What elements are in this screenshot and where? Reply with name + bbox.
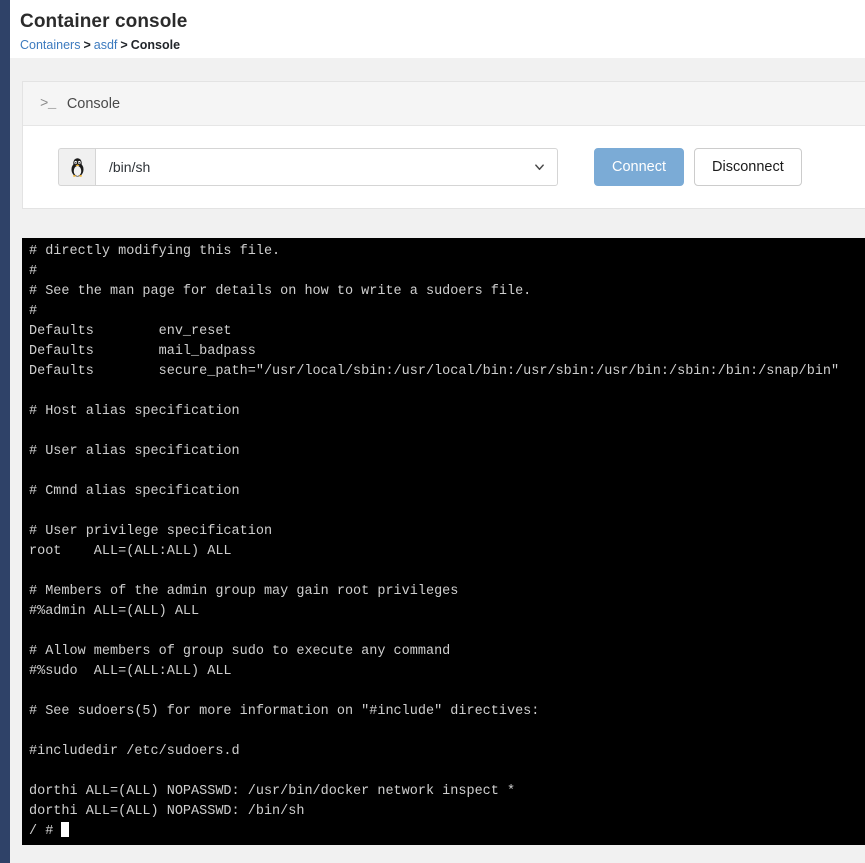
breadcrumb-item-asdf[interactable]: asdf <box>94 38 118 52</box>
console-card: >_ Console /bin/sh Connect Disconnect <box>22 81 865 209</box>
terminal-line: #%admin ALL=(ALL) ALL <box>29 604 200 619</box>
shell-select[interactable]: /bin/sh <box>95 148 558 186</box>
terminal-line: # Cmnd alias specification <box>29 484 240 499</box>
page-title: Container console <box>20 11 188 32</box>
terminal-line: # <box>29 304 38 319</box>
terminal-line: Defaults secure_path="/usr/local/sbin:/u… <box>29 364 840 379</box>
terminal-line: #%sudo ALL=(ALL:ALL) ALL <box>29 664 232 679</box>
page-header: Container console Containers > asdf > Consol… <box>10 0 865 58</box>
breadcrumb-item-console: Console <box>130 38 181 52</box>
terminal-line: # Members of the admin group may gain ro… <box>29 584 459 599</box>
terminal-line: dorthi ALL=(ALL) NOPASSWD: /bin/sh <box>29 804 305 819</box>
terminal-output[interactable]: # directly modifying this file. # # See th… <box>22 238 865 845</box>
terminal-line: Defaults env_reset <box>29 324 232 339</box>
terminal-prompt-icon: >_ <box>40 95 56 112</box>
console-card-title: Console <box>66 95 121 112</box>
terminal-line: #includedir /etc/sudoers.d <box>29 744 240 759</box>
page-body: >_ Console /bin/sh Connect Disconnect # … <box>10 58 865 863</box>
tux-penguin-icon <box>58 148 95 186</box>
terminal-cursor <box>61 822 70 837</box>
shell-select-group: /bin/sh <box>58 148 558 186</box>
terminal-line: # See sudoers(5) for more information on… <box>29 704 540 719</box>
terminal-line: # User privilege specification <box>29 524 273 539</box>
terminal-prompt-text: / # <box>29 824 62 839</box>
connect-button[interactable]: Connect <box>594 148 685 186</box>
terminal-prompt-line: / # <box>29 822 865 842</box>
breadcrumb: Containers > asdf > Console <box>20 37 865 53</box>
console-card-body: /bin/sh Connect Disconnect <box>23 126 865 208</box>
shell-select-value: /bin/sh <box>109 159 151 175</box>
breadcrumb-item-containers[interactable]: Containers <box>20 38 80 52</box>
breadcrumb-separator: > <box>120 38 128 52</box>
terminal-line: # User alias specification <box>29 444 240 459</box>
console-card-header: >_ Console <box>23 82 865 126</box>
terminal-line: Defaults mail_badpass <box>29 344 256 359</box>
terminal-line: # Host alias specification <box>29 404 240 419</box>
terminal-line: # <box>29 264 38 279</box>
chevron-down-icon <box>535 164 544 171</box>
terminal-line: # See the man page for details on how to… <box>29 284 532 299</box>
breadcrumb-separator: > <box>83 38 91 52</box>
sidebar-nav-rail <box>0 0 10 863</box>
disconnect-button[interactable]: Disconnect <box>694 148 802 186</box>
terminal-line: # Allow members of group sudo to execute… <box>29 644 451 659</box>
terminal-line: # directly modifying this file. <box>29 244 281 259</box>
terminal-line: dorthi ALL=(ALL) NOPASSWD: /usr/bin/dock… <box>29 784 516 799</box>
terminal-line: root ALL=(ALL:ALL) ALL <box>29 544 232 559</box>
container-console-page: Container console Containers > asdf > Consol… <box>0 0 865 863</box>
